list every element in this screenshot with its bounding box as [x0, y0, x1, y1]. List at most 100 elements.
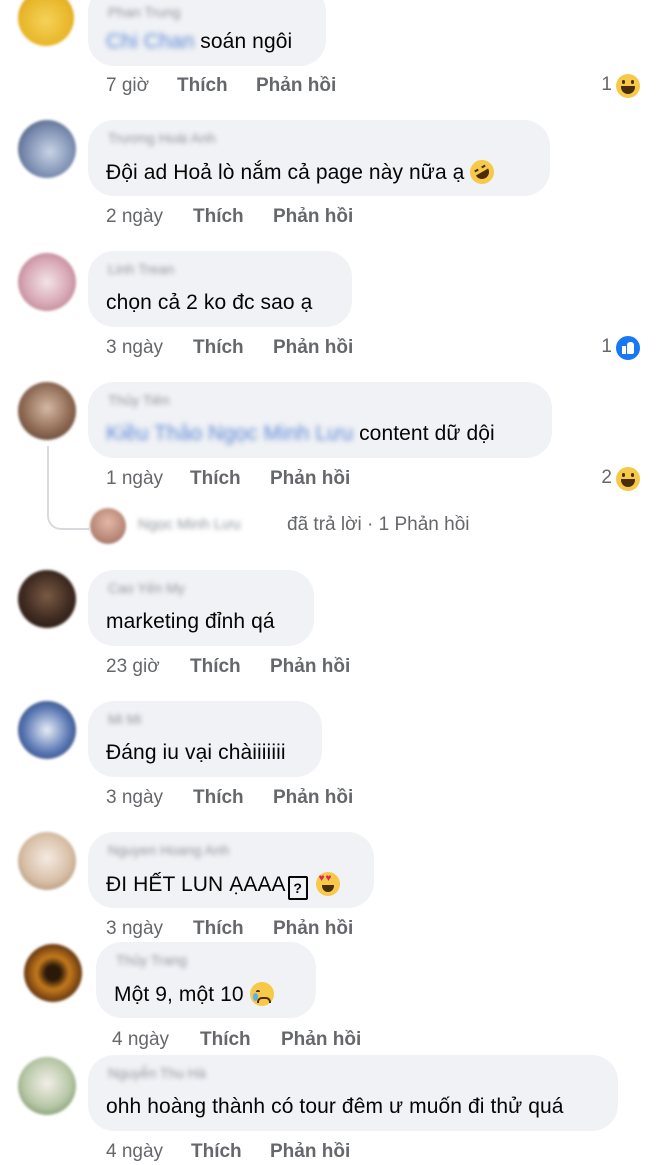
- comment-meta: 2 ngày Thích Phản hồi: [106, 206, 506, 230]
- mention-link[interactable]: Kiều Thảo Ngọc Minh Lưu: [106, 422, 353, 445]
- comment-bubble: Thủy Trang Một 9, một 10: [96, 942, 316, 1018]
- reply-action[interactable]: Phản hồi: [273, 787, 353, 809]
- comment-item: Linh Trean chọn cả 2 ko đc sao ạ 3 ngày …: [0, 251, 660, 371]
- comment-bubble: Mi Mi Đáng iu vại chàiiiiiii: [88, 701, 322, 777]
- comment-item: Mi Mi Đáng iu vại chàiiiiiii 3 ngày Thíc…: [0, 701, 660, 821]
- comment-bubble: Linh Trean chọn cả 2 ko đc sao ạ: [88, 251, 352, 327]
- commenter-name[interactable]: Phan Trung: [108, 4, 180, 20]
- reply-action[interactable]: Phản hồi: [256, 75, 336, 97]
- comment-body: ĐI HẾT LUN ẠAAA: [106, 873, 286, 896]
- like-action[interactable]: Thích: [193, 337, 244, 359]
- commenter-avatar[interactable]: [24, 944, 82, 1002]
- reply-author-name[interactable]: Ngọc Minh Lưu: [138, 516, 241, 533]
- commenter-avatar[interactable]: [18, 0, 74, 46]
- comment-body: Một 9, một 10: [114, 983, 244, 1006]
- thread-connector: [47, 446, 89, 530]
- reply-action[interactable]: Phản hồi: [273, 337, 353, 359]
- reply-avatar: [90, 508, 126, 544]
- comment-meta: 3 ngày Thích Phản hồi: [106, 337, 506, 361]
- comment-time[interactable]: 3 ngày: [106, 337, 163, 359]
- comment-time[interactable]: 3 ngày: [106, 918, 163, 940]
- like-action[interactable]: Thích: [193, 206, 244, 228]
- comment-body: Đáng iu vại chàiiiiiii: [106, 741, 286, 764]
- comment-text: Chi Chan soán ngôi: [106, 30, 292, 54]
- commenter-name[interactable]: Linh Trean: [108, 261, 174, 277]
- commenter-avatar[interactable]: [18, 1057, 76, 1115]
- comment-meta: 4 ngày Thích Phản hồi: [112, 1029, 512, 1053]
- reply-action[interactable]: Phản hồi: [281, 1029, 361, 1051]
- comment-item: Cao Yến My marketing đỉnh qá 23 giờ Thíc…: [0, 570, 660, 690]
- comment-item: Nguyen Hoang Anh ĐI HẾT LUN ẠAAA? 3 ngày…: [0, 832, 660, 952]
- comment-item: Thủy Tiên Kiều Thảo Ngọc Minh Lưu conten…: [0, 382, 660, 502]
- like-action[interactable]: Thích: [193, 918, 244, 940]
- comment-bubble: Cao Yến My marketing đỉnh qá: [88, 570, 314, 646]
- comment-item: Trương Hoài Anh Đội ad Hoả lò nắm cả pag…: [0, 120, 660, 240]
- commenter-avatar[interactable]: [18, 570, 76, 628]
- comment-bubble: Nguyen Hoang Anh ĐI HẾT LUN ẠAAA?: [88, 832, 374, 908]
- comment-body: ohh hoàng thành có tour đêm ư muốn đi th…: [106, 1095, 564, 1118]
- comment-meta: 4 ngày Thích Phản hồi: [106, 1141, 506, 1165]
- comment-time[interactable]: 3 ngày: [106, 787, 163, 809]
- like-action[interactable]: Thích: [191, 1141, 242, 1163]
- commenter-name[interactable]: Thủy Tiên: [108, 392, 169, 408]
- comment-text: Một 9, một 10: [114, 982, 274, 1007]
- comment-meta: 7 giờ Thích Phản hồi: [106, 75, 506, 99]
- reaction-summary[interactable]: 1: [590, 74, 642, 100]
- reaction-summary[interactable]: 1: [590, 336, 642, 362]
- heart-eyes-emoji: [315, 872, 340, 896]
- commenter-avatar[interactable]: [18, 701, 76, 759]
- comment-time[interactable]: 4 ngày: [112, 1029, 169, 1051]
- commenter-name[interactable]: Thủy Trang: [116, 952, 187, 968]
- reply-action[interactable]: Phản hồi: [270, 468, 350, 490]
- comment-bubble: Phan Trung Chi Chan soán ngôi: [88, 0, 326, 66]
- reaction-count: 2: [601, 467, 612, 488]
- comment-body: chọn cả 2 ko đc sao ạ: [106, 291, 313, 314]
- comment-bubble: Nguyễn Thu Hà ohh hoàng thành có tour đê…: [88, 1055, 618, 1131]
- comment-time[interactable]: 7 giờ: [106, 75, 149, 97]
- comment-text: Đáng iu vại chàiiiiiii: [106, 741, 286, 765]
- like-action[interactable]: Thích: [190, 656, 241, 678]
- reply-action[interactable]: Phản hồi: [273, 918, 353, 940]
- commenter-avatar[interactable]: [18, 253, 76, 311]
- reply-action[interactable]: Phản hồi: [270, 1141, 350, 1163]
- reply-summary-text[interactable]: đã trả lời · 1 Phản hồi: [287, 514, 470, 536]
- comment-body: Đội ad Hoả lò nắm cả page này nữa ạ: [106, 161, 465, 184]
- reply-action[interactable]: Phản hồi: [273, 206, 353, 228]
- comment-text: marketing đỉnh qá: [106, 610, 275, 634]
- comment-time[interactable]: 23 giờ: [106, 656, 160, 678]
- comment-text: Đội ad Hoả lò nắm cả page này nữa ạ: [106, 155, 499, 189]
- comment-time[interactable]: 1 ngày: [106, 468, 163, 490]
- commenter-name[interactable]: Mi Mi: [108, 711, 141, 727]
- missing-glyph-box: ?: [287, 876, 308, 900]
- comment-item: Nguyễn Thu Hà ohh hoàng thành có tour đê…: [0, 1055, 660, 1162]
- commenter-name[interactable]: Nguyen Hoang Anh: [108, 842, 229, 858]
- commenter-name[interactable]: Trương Hoài Anh: [108, 130, 216, 146]
- commenter-name[interactable]: Nguyễn Thu Hà: [108, 1065, 206, 1081]
- comment-time[interactable]: 2 ngày: [106, 206, 163, 228]
- comment-meta: 23 giờ Thích Phản hồi: [106, 656, 506, 680]
- tear-drop: [252, 993, 258, 1001]
- like-action[interactable]: Thích: [200, 1029, 251, 1051]
- commenter-name[interactable]: Cao Yến My: [108, 580, 185, 596]
- crying-emoji: [249, 982, 274, 1006]
- reaction-count: 1: [601, 74, 612, 95]
- commenter-avatar[interactable]: [18, 832, 76, 890]
- rofl-emoji: [465, 155, 499, 189]
- laugh-emoji: [616, 467, 640, 491]
- like-action[interactable]: Thích: [193, 787, 244, 809]
- reply-action[interactable]: Phản hồi: [270, 656, 350, 678]
- reaction-summary[interactable]: 2: [590, 467, 642, 493]
- like-icon: [616, 336, 640, 360]
- comment-body: soán ngôi: [200, 30, 293, 53]
- comment-meta: 1 ngày Thích Phản hồi: [106, 468, 506, 492]
- comment-text: Kiều Thảo Ngọc Minh Lưu content dữ dội: [106, 422, 495, 446]
- comment-time[interactable]: 4 ngày: [106, 1141, 163, 1163]
- comment-text: chọn cả 2 ko đc sao ạ: [106, 291, 312, 315]
- like-action[interactable]: Thích: [177, 75, 228, 97]
- mention-link[interactable]: Chi Chan: [106, 30, 194, 53]
- like-action[interactable]: Thích: [190, 468, 241, 490]
- commenter-avatar[interactable]: [18, 382, 76, 440]
- reply-summary[interactable]: Ngọc Minh Lưu đã trả lời · 1 Phản hồi: [90, 508, 650, 544]
- commenter-avatar[interactable]: [18, 120, 76, 178]
- comment-body: marketing đỉnh qá: [106, 610, 275, 633]
